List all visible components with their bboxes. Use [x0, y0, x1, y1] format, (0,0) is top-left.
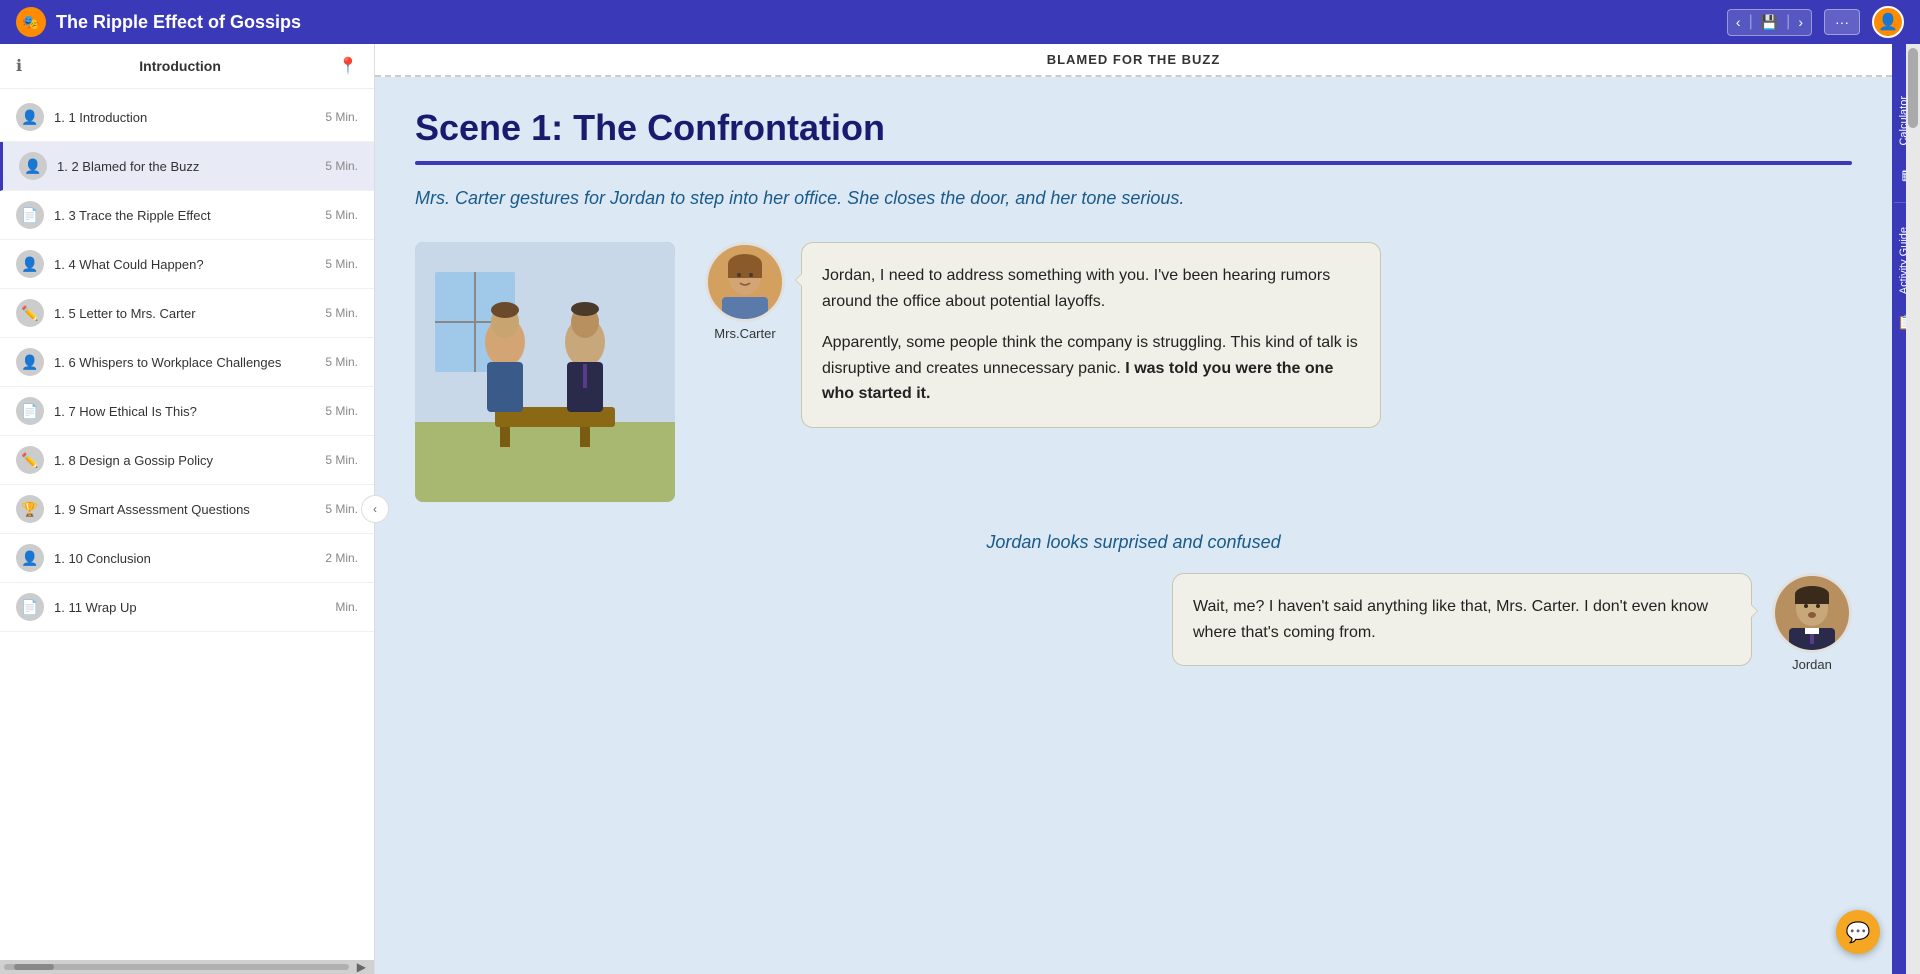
office-illustration: [415, 242, 675, 502]
item-time-1-2: 5 Min.: [325, 159, 358, 173]
jordan-avatar: [1772, 573, 1852, 653]
mrs-carter-name: Mrs.Carter: [714, 326, 775, 341]
jordan-speech-text: Wait, me? I haven't said anything like t…: [1193, 594, 1731, 645]
info-icon[interactable]: ℹ: [16, 56, 22, 76]
item-label-1-8: 1. 8 Design a Gossip Policy: [54, 453, 315, 468]
content-scrollbar: [1906, 44, 1920, 974]
user-avatar[interactable]: 👤: [1872, 6, 1904, 38]
jordan-speech-bubble: Wait, me? I haven't said anything like t…: [1172, 573, 1752, 666]
item-label-1-3: 1. 3 Trace the Ripple Effect: [54, 208, 315, 223]
collapse-sidebar-button[interactable]: ‹: [361, 495, 389, 523]
jordan-name: Jordan: [1792, 657, 1832, 672]
item-time-1-6: 5 Min.: [325, 355, 358, 369]
scene-divider: [415, 161, 1852, 165]
save-icon-button[interactable]: 💾: [1753, 10, 1786, 35]
sidebar-bottom-scroll: ▶: [0, 960, 374, 974]
sidebar-item-1-4[interactable]: 👤 1. 4 What Could Happen? 5 Min.: [0, 240, 374, 289]
sidebar-item-1-8[interactable]: ✏️ 1. 8 Design a Gossip Policy 5 Min.: [0, 436, 374, 485]
jordan-container: Jordan: [1772, 573, 1852, 672]
item-time-1-10: 2 Min.: [325, 551, 358, 565]
item-icon-1-1: 👤: [16, 103, 44, 131]
item-icon-1-3: 📄: [16, 201, 44, 229]
item-time-1-5: 5 Min.: [325, 306, 358, 320]
right-sidebar-panel: Calculator 🖩 Activity Guide 📋: [1892, 44, 1920, 974]
menu-button[interactable]: ···: [1824, 9, 1860, 35]
speech-section: Mrs.Carter Jordan, I need to address som…: [705, 242, 1852, 428]
sidebar-item-1-6[interactable]: 👤 1. 6 Whispers to Workplace Challenges …: [0, 338, 374, 387]
mrs-carter-speech-bubble: Jordan, I need to address something with…: [801, 242, 1381, 428]
scene-title: Scene 1: The Confrontation: [415, 107, 1852, 149]
app-header: 🎭 The Ripple Effect of Gossips ‹ | 💾 | ›…: [0, 0, 1920, 44]
mrs-carter-speech-p1: Jordan, I need to address something with…: [822, 263, 1360, 314]
item-time-1-9: 5 Min.: [325, 502, 358, 516]
sidebar-title: Introduction: [139, 58, 221, 74]
sidebar-item-1-9[interactable]: 🏆 1. 9 Smart Assessment Questions 5 Min.: [0, 485, 374, 534]
mrs-carter-group: Mrs.Carter Jordan, I need to address som…: [705, 242, 1852, 428]
content-page-header: BLAMED FOR THE BUZZ: [375, 44, 1892, 77]
item-label-1-11: 1. 11 Wrap Up: [54, 600, 325, 615]
item-label-1-4: 1. 4 What Could Happen?: [54, 257, 315, 272]
sidebar-item-1-2[interactable]: 👤 1. 2 Blamed for the Buzz 5 Min.: [0, 142, 374, 191]
item-label-1-2: 1. 2 Blamed for the Buzz: [57, 159, 315, 174]
mrs-carter-speech-p2: Apparently, some people think the compan…: [822, 330, 1360, 407]
item-icon-1-4: 👤: [16, 250, 44, 278]
sidebar-item-1-7[interactable]: 📄 1. 7 How Ethical Is This? 5 Min.: [0, 387, 374, 436]
app-logo: 🎭: [16, 7, 46, 37]
scene-action-text: Jordan looks surprised and confused: [415, 532, 1852, 553]
item-icon-1-5: ✏️: [16, 299, 44, 327]
nav-next-button[interactable]: ›: [1790, 10, 1811, 34]
item-label-1-9: 1. 9 Smart Assessment Questions: [54, 502, 315, 517]
sidebar-item-1-10[interactable]: 👤 1. 10 Conclusion 2 Min.: [0, 534, 374, 583]
pin-icon[interactable]: 📍: [338, 56, 358, 76]
item-time-1-4: 5 Min.: [325, 257, 358, 271]
mrs-carter-avatar: [705, 242, 785, 322]
item-label-1-10: 1. 10 Conclusion: [54, 551, 315, 566]
sidebar-items-list: 👤 1. 1 Introduction 5 Min. 👤 1. 2 Blamed…: [0, 89, 374, 960]
content-body[interactable]: Scene 1: The Confrontation Mrs. Carter g…: [375, 77, 1892, 974]
item-icon-1-6: 👤: [16, 348, 44, 376]
scrollbar-thumb[interactable]: [1908, 48, 1918, 128]
sidebar-item-1-11[interactable]: 📄 1. 11 Wrap Up Min.: [0, 583, 374, 632]
header-left: 🎭 The Ripple Effect of Gossips: [16, 7, 301, 37]
scene-image: [415, 242, 675, 502]
scroll-right-arrow[interactable]: ▶: [353, 960, 370, 974]
nav-prev-button[interactable]: ‹: [1728, 10, 1749, 34]
main-layout: ℹ Introduction 📍 👤 1. 1 Introduction 5 M…: [0, 44, 1920, 974]
sidebar: ℹ Introduction 📍 👤 1. 1 Introduction 5 M…: [0, 44, 375, 974]
item-label-1-6: 1. 6 Whispers to Workplace Challenges: [54, 355, 315, 370]
scroll-thumb: [14, 964, 54, 970]
item-label-1-5: 1. 5 Letter to Mrs. Carter: [54, 306, 315, 321]
content-area: BLAMED FOR THE BUZZ Scene 1: The Confron…: [375, 44, 1892, 974]
sidebar-item-1-5[interactable]: ✏️ 1. 5 Letter to Mrs. Carter 5 Min.: [0, 289, 374, 338]
right-panel: BLAMED FOR THE BUZZ Scene 1: The Confron…: [375, 44, 1920, 974]
scene-intro-text: Mrs. Carter gestures for Jordan to step …: [415, 185, 1852, 212]
app-title: The Ripple Effect of Gossips: [56, 12, 301, 33]
scroll-track: [4, 964, 349, 970]
item-time-1-1: 5 Min.: [325, 110, 358, 124]
item-icon-1-11: 📄: [16, 593, 44, 621]
header-right: ‹ | 💾 | › ··· 👤: [1727, 6, 1904, 38]
sidebar-item-1-3[interactable]: 📄 1. 3 Trace the Ripple Effect 5 Min.: [0, 191, 374, 240]
item-icon-1-10: 👤: [16, 544, 44, 572]
mrs-carter-container: Mrs.Carter: [705, 242, 785, 341]
item-icon-1-9: 🏆: [16, 495, 44, 523]
item-icon-1-7: 📄: [16, 397, 44, 425]
item-time-1-3: 5 Min.: [325, 208, 358, 222]
chat-button[interactable]: 💬: [1836, 910, 1880, 954]
mrs-carter-portrait: [708, 245, 782, 319]
item-label-1-7: 1. 7 How Ethical Is This?: [54, 404, 315, 419]
nav-arrows[interactable]: ‹ | 💾 | ›: [1727, 9, 1812, 36]
item-time-1-8: 5 Min.: [325, 453, 358, 467]
item-time-1-7: 5 Min.: [325, 404, 358, 418]
scene-dialogue: Mrs.Carter Jordan, I need to address som…: [415, 242, 1852, 502]
page-header-text: BLAMED FOR THE BUZZ: [1047, 52, 1221, 67]
item-time-1-11: Min.: [335, 600, 358, 614]
item-label-1-1: 1. 1 Introduction: [54, 110, 315, 125]
item-icon-1-8: ✏️: [16, 446, 44, 474]
sidebar-item-1-1[interactable]: 👤 1. 1 Introduction 5 Min.: [0, 93, 374, 142]
jordan-section: Wait, me? I haven't said anything like t…: [415, 573, 1852, 672]
jordan-portrait: [1775, 576, 1849, 650]
sidebar-header: ℹ Introduction 📍: [0, 44, 374, 89]
item-icon-1-2: 👤: [19, 152, 47, 180]
